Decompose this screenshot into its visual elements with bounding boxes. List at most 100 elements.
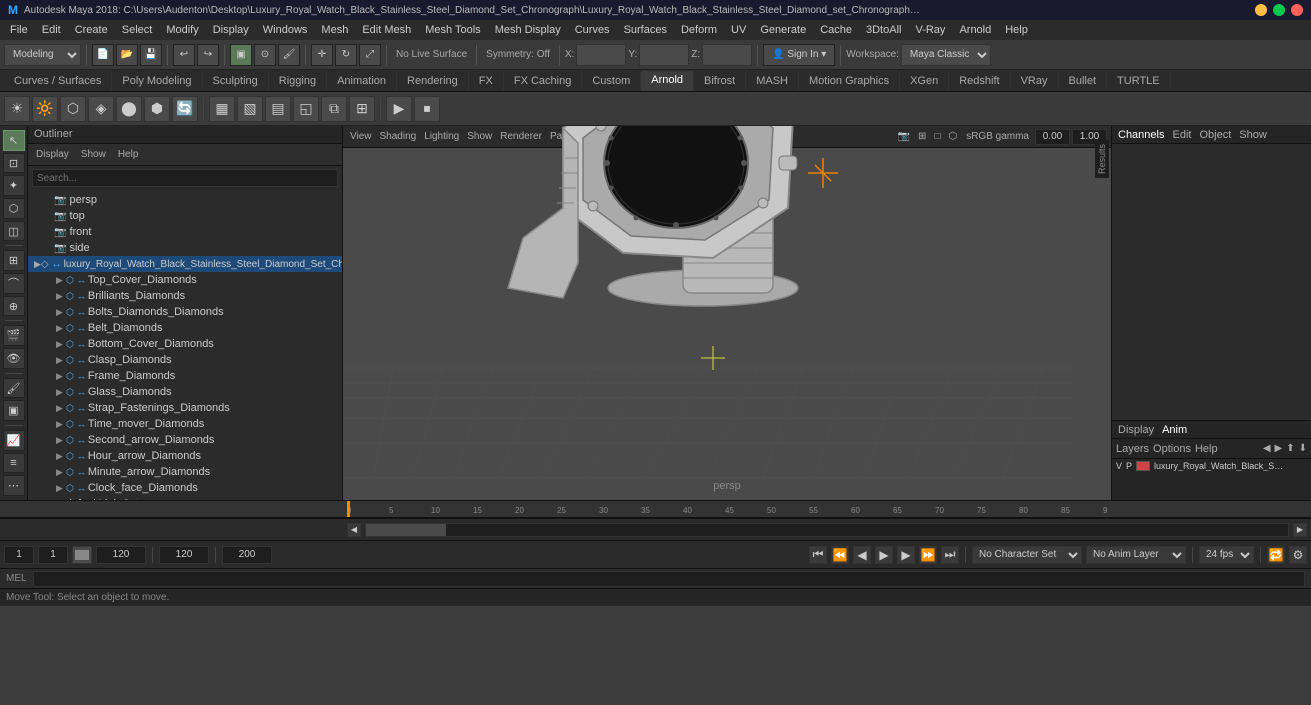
vp-view-menu[interactable]: View <box>347 128 375 146</box>
tree-item-clock-face[interactable]: ▶ ⬡ ↔ Clock_face_Diamonds <box>28 480 342 496</box>
shelf-btn-stop[interactable]: ⏹ <box>414 96 440 122</box>
shelf-btn-12[interactable]: ⧉ <box>321 96 347 122</box>
shelf-btn-play[interactable]: ▶ <box>386 96 412 122</box>
shelf-btn-9[interactable]: ▧ <box>237 96 263 122</box>
tree-item-minute-arrow[interactable]: ▶ ⬡ ↔ Minute_arrow_Diamonds <box>28 464 342 480</box>
maximize-button[interactable] <box>1273 4 1285 16</box>
shelf-tab-rendering[interactable]: Rendering <box>397 72 469 90</box>
tree-item-top[interactable]: 📷 top <box>28 208 342 224</box>
paint-btn[interactable]: 🖌 <box>3 378 25 399</box>
menu-item-arnold[interactable]: Arnold <box>953 22 997 38</box>
shelf-btn-8[interactable]: ▦ <box>209 96 235 122</box>
shelf-tab-fx-caching[interactable]: FX Caching <box>504 72 582 90</box>
shelf-tab-curves-/-surfaces[interactable]: Curves / Surfaces <box>4 72 112 90</box>
edit-tab[interactable]: Edit <box>1172 129 1191 141</box>
vp-gamma-field1[interactable] <box>1035 129 1070 145</box>
graph-btn[interactable]: ⋯ <box>3 475 25 496</box>
tree-item-brilliants[interactable]: ▶ ⬡ ↔ Brilliants_Diamonds <box>28 288 342 304</box>
menu-item-v-ray[interactable]: V-Ray <box>909 22 951 38</box>
face-btn[interactable]: ⬡ <box>3 198 25 219</box>
anim-tab-btn[interactable]: Anim <box>1162 424 1187 436</box>
menu-item-cache[interactable]: Cache <box>814 22 858 38</box>
workspace-selector[interactable]: Maya Classic <box>901 44 991 66</box>
tree-item-bolts[interactable]: ▶ ⬡ ↔ Bolts_Diamonds_Diamonds <box>28 304 342 320</box>
shelf-tab-turtle[interactable]: TURTLE <box>1107 72 1171 90</box>
shelf-btn-6[interactable]: ⬢ <box>144 96 170 122</box>
shelf-tab-bifrost[interactable]: Bifrost <box>694 72 746 90</box>
module-selector[interactable]: Modeling Rigging Animation FX Rendering <box>4 44 81 66</box>
scale-tool-btn[interactable]: ⤢ <box>359 44 381 66</box>
anim-prev-key-btn[interactable]: ⏪ <box>831 546 849 564</box>
undo-btn[interactable]: ↩ <box>173 44 195 66</box>
shelf-tab-mash[interactable]: MASH <box>746 72 799 90</box>
tree-item-clasp[interactable]: ▶ ⬡ ↔ Clasp_Diamonds <box>28 352 342 368</box>
shelf-tab-sculpting[interactable]: Sculpting <box>203 72 269 90</box>
layer-icon-3[interactable]: ⬆ <box>1286 443 1294 454</box>
minimize-button[interactable] <box>1255 4 1267 16</box>
layer-p-btn[interactable]: P <box>1126 461 1132 471</box>
shelf-btn-11[interactable]: ◱ <box>293 96 319 122</box>
open-file-btn[interactable]: 📂 <box>116 44 138 66</box>
move-tool-btn[interactable]: ✛ <box>311 44 333 66</box>
tree-item-top-cover[interactable]: ▶ ⬡ ↔ Top_Cover_Diamonds <box>28 272 342 288</box>
shelf-tab-motion-graphics[interactable]: Motion Graphics <box>799 72 900 90</box>
vp-wireframe-btn[interactable]: □ <box>931 128 943 146</box>
layer-icon-4[interactable]: ⬇ <box>1299 443 1307 454</box>
anim-prev-frame-btn[interactable]: ◀ <box>853 546 871 564</box>
menu-item-generate[interactable]: Generate <box>754 22 812 38</box>
frame-out-input[interactable] <box>96 546 146 564</box>
rotate-tool-btn[interactable]: ↻ <box>335 44 357 66</box>
anim-go-end-btn[interactable]: ⏭ <box>941 546 959 564</box>
shelf-tab-redshift[interactable]: Redshift <box>949 72 1010 90</box>
anim-layer-selector[interactable]: No Anim Layer <box>1086 546 1186 564</box>
anim-play-btn[interactable]: ▶ <box>875 546 893 564</box>
menu-item-display[interactable]: Display <box>207 22 255 38</box>
outliner-show-btn[interactable]: Show <box>77 148 110 161</box>
anim-next-key-btn[interactable]: ⏩ <box>919 546 937 564</box>
shelf-tab-rigging[interactable]: Rigging <box>269 72 327 90</box>
menu-item-help[interactable]: Help <box>999 22 1034 38</box>
timeline-scrollbar[interactable] <box>365 523 1289 537</box>
close-button[interactable] <box>1291 4 1303 16</box>
tree-item-main-group[interactable]: ▶ ◇ ↔ luxury_Royal_Watch_Black_Stainless… <box>28 256 342 272</box>
snap-curve-btn[interactable]: ⌒ <box>3 273 25 294</box>
shelf-btn-5[interactable]: ⬤ <box>116 96 142 122</box>
anim-settings-btn[interactable]: ⚙ <box>1289 546 1307 564</box>
x-input[interactable] <box>576 44 626 66</box>
channels-tab[interactable]: Channels <box>1118 129 1164 141</box>
shelf-tab-arnold[interactable]: Arnold <box>641 71 694 91</box>
help-tab-btn[interactable]: Help <box>1195 443 1218 455</box>
vp-camera-btn[interactable]: 📷 <box>895 128 913 146</box>
select-tool-btn[interactable]: ▣ <box>230 44 252 66</box>
tree-item-frame[interactable]: ▶ ⬡ ↔ Frame_Diamonds <box>28 368 342 384</box>
region-btn[interactable]: ▣ <box>3 400 25 421</box>
shelf-tab-animation[interactable]: Animation <box>327 72 397 90</box>
timeline-thumb[interactable] <box>366 524 446 536</box>
shelf-tab-fx[interactable]: FX <box>469 72 504 90</box>
tree-item-strap[interactable]: ▶ ⬡ ↔ Strap_Fastenings_Diamonds <box>28 400 342 416</box>
select-mode-btn[interactable]: ↖ <box>3 130 25 151</box>
mel-input[interactable] <box>33 571 1305 587</box>
show-tab[interactable]: Show <box>1239 129 1267 141</box>
sign-in-btn[interactable]: 👤 Sign In ▾ <box>763 44 835 66</box>
tree-item-front[interactable]: 📷 front <box>28 224 342 240</box>
redo-btn[interactable]: ↪ <box>197 44 219 66</box>
menu-item-mesh-display[interactable]: Mesh Display <box>489 22 567 38</box>
shelf-tab-custom[interactable]: Custom <box>582 72 641 90</box>
vp-grid-btn[interactable]: ⊞ <box>915 128 929 146</box>
ipr-btn[interactable]: 👁 <box>3 348 25 369</box>
snap-point-btn[interactable]: ⊕ <box>3 296 25 317</box>
layer-icon-1[interactable]: ◀ <box>1263 443 1271 454</box>
vp-shading-menu[interactable]: Shading <box>377 128 420 146</box>
outliner-help-btn[interactable]: Help <box>114 148 143 161</box>
menu-item-create[interactable]: Create <box>69 22 114 38</box>
paint-select-btn[interactable]: 🖌 <box>278 44 300 66</box>
frame-in-input[interactable] <box>38 546 68 564</box>
menu-item-select[interactable]: Select <box>116 22 159 38</box>
shelf-btn-13[interactable]: ⊞ <box>349 96 375 122</box>
vertex-btn[interactable]: ⊡ <box>3 153 25 174</box>
layers-tab-btn[interactable]: Layers <box>1116 443 1149 455</box>
snap-grid-btn[interactable]: ⊞ <box>3 250 25 271</box>
menu-item-file[interactable]: File <box>4 22 34 38</box>
menu-item-edit[interactable]: Edit <box>36 22 67 38</box>
